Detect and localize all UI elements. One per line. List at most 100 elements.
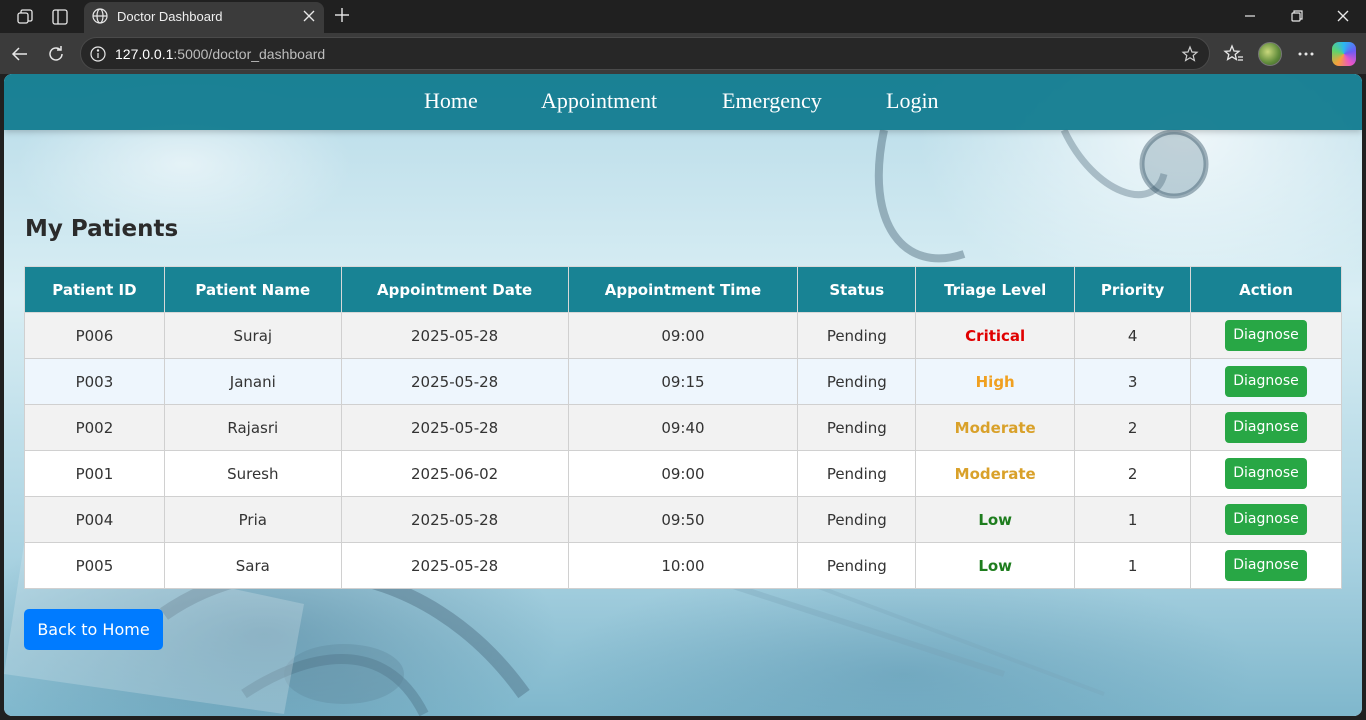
table-row: P001 Suresh 2025-06-02 09:00 Pending Mod… — [24, 450, 1342, 497]
site-info-icon[interactable] — [89, 45, 107, 63]
page-viewport: Home Appointment Emergency Login My Pati… — [4, 74, 1362, 716]
cell-appointment-date: 2025-05-28 — [340, 358, 569, 405]
cell-action: Diagnose — [1190, 496, 1342, 543]
browser-toolbar: 127.0.0.1:5000/doctor_dashboard — [0, 33, 1366, 74]
copilot-icon[interactable] — [1332, 42, 1356, 66]
new-tab-icon[interactable] — [332, 5, 352, 25]
browser-titlebar: Doctor Dashboard — [0, 0, 1366, 33]
cell-triage-level: Critical — [915, 312, 1076, 359]
cell-action: Diagnose — [1190, 450, 1342, 497]
cell-priority: 2 — [1074, 450, 1192, 497]
close-window-icon[interactable] — [1333, 6, 1353, 26]
favorites-icon[interactable] — [1223, 43, 1245, 65]
restore-icon[interactable] — [1287, 6, 1307, 26]
cell-priority: 1 — [1074, 496, 1192, 543]
cell-triage-level: Low — [915, 542, 1076, 589]
cell-priority: 2 — [1074, 404, 1192, 451]
cell-patient-name: Suresh — [163, 450, 342, 497]
more-options-icon[interactable] — [1295, 43, 1317, 65]
cell-action: Diagnose — [1190, 404, 1342, 451]
nav-home-link[interactable]: Home — [424, 88, 478, 114]
cell-appointment-time: 09:00 — [567, 450, 799, 497]
cell-appointment-time: 09:00 — [567, 312, 799, 359]
cell-triage-level: Moderate — [915, 404, 1076, 451]
cell-appointment-time: 10:00 — [567, 542, 799, 589]
tab-title: Doctor Dashboard — [117, 9, 223, 24]
browser-tab-active[interactable]: Doctor Dashboard — [84, 2, 324, 33]
cell-patient-name: Rajasri — [163, 404, 342, 451]
header-priority: Priority — [1074, 266, 1192, 313]
favorite-star-icon[interactable] — [1181, 45, 1199, 63]
table-row: P004 Pria 2025-05-28 09:50 Pending Low 1… — [24, 496, 1342, 543]
diagnose-button[interactable]: Diagnose — [1225, 504, 1308, 535]
cell-status: Pending — [797, 450, 917, 497]
globe-icon — [91, 7, 109, 25]
url-path: :5000/doctor_dashboard — [173, 46, 326, 62]
cell-status: Pending — [797, 404, 917, 451]
header-patient-id: Patient ID — [24, 266, 165, 313]
cell-appointment-time: 09:15 — [567, 358, 799, 405]
tab-close-icon[interactable] — [301, 8, 317, 24]
header-patient-name: Patient Name — [163, 266, 342, 313]
cell-appointment-date: 2025-05-28 — [340, 496, 569, 543]
cell-patient-name: Suraj — [163, 312, 342, 359]
diagnose-button[interactable]: Diagnose — [1225, 366, 1308, 397]
cell-status: Pending — [797, 542, 917, 589]
nav-appointment-link[interactable]: Appointment — [541, 88, 657, 114]
profile-avatar[interactable] — [1258, 42, 1282, 66]
cell-appointment-time: 09:40 — [567, 404, 799, 451]
workspaces-icon[interactable] — [14, 6, 36, 28]
url-host: 127.0.0.1 — [115, 46, 174, 62]
header-appointment-date: Appointment Date — [340, 266, 569, 313]
diagnose-button[interactable]: Diagnose — [1225, 458, 1308, 489]
cell-patient-id: P002 — [24, 404, 165, 451]
header-appointment-time: Appointment Time — [567, 266, 799, 313]
back-to-home-button[interactable]: Back to Home — [24, 609, 163, 650]
cell-status: Pending — [797, 496, 917, 543]
cell-patient-id: P003 — [24, 358, 165, 405]
minimize-icon[interactable] — [1240, 6, 1260, 26]
cell-patient-id: P005 — [24, 542, 165, 589]
cell-appointment-date: 2025-05-28 — [340, 404, 569, 451]
nav-login-link[interactable]: Login — [886, 88, 939, 114]
cell-action: Diagnose — [1190, 358, 1342, 405]
cell-patient-name: Janani — [163, 358, 342, 405]
header-triage-level: Triage Level — [915, 266, 1076, 313]
cell-priority: 1 — [1074, 542, 1192, 589]
cell-status: Pending — [797, 312, 917, 359]
cell-status: Pending — [797, 358, 917, 405]
diagnose-button[interactable]: Diagnose — [1225, 550, 1308, 581]
cell-triage-level: High — [915, 358, 1076, 405]
address-bar[interactable]: 127.0.0.1:5000/doctor_dashboard — [80, 37, 1210, 70]
patients-table: Patient ID Patient Name Appointment Date… — [24, 266, 1342, 589]
cell-patient-name: Sara — [163, 542, 342, 589]
vertical-tabs-icon[interactable] — [49, 6, 71, 28]
cell-priority: 4 — [1074, 312, 1192, 359]
table-row: P003 Janani 2025-05-28 09:15 Pending Hig… — [24, 358, 1342, 405]
cell-patient-name: Pria — [163, 496, 342, 543]
page-title: My Patients — [25, 216, 179, 242]
table-header-row: Patient ID Patient Name Appointment Date… — [24, 266, 1342, 313]
cell-action: Diagnose — [1190, 312, 1342, 359]
cell-appointment-date: 2025-05-28 — [340, 542, 569, 589]
cell-patient-id: P004 — [24, 496, 165, 543]
table-row: P002 Rajasri 2025-05-28 09:40 Pending Mo… — [24, 404, 1342, 451]
main-navbar: Home Appointment Emergency Login — [4, 74, 1362, 130]
reload-icon[interactable] — [45, 43, 67, 65]
cell-patient-id: P006 — [24, 312, 165, 359]
cell-triage-level: Moderate — [915, 450, 1076, 497]
table-row: P005 Sara 2025-05-28 10:00 Pending Low 1… — [24, 542, 1342, 589]
diagnose-button[interactable]: Diagnose — [1225, 412, 1308, 443]
cell-triage-level: Low — [915, 496, 1076, 543]
cell-appointment-date: 2025-06-02 — [340, 450, 569, 497]
table-row: P006 Suraj 2025-05-28 09:00 Pending Crit… — [24, 312, 1342, 359]
cell-action: Diagnose — [1190, 542, 1342, 589]
cell-appointment-date: 2025-05-28 — [340, 312, 569, 359]
nav-emergency-link[interactable]: Emergency — [722, 88, 822, 114]
cell-priority: 3 — [1074, 358, 1192, 405]
url-text: 127.0.0.1:5000/doctor_dashboard — [115, 46, 325, 62]
diagnose-button[interactable]: Diagnose — [1225, 320, 1308, 351]
header-action: Action — [1190, 266, 1342, 313]
back-arrow-icon[interactable] — [9, 43, 31, 65]
header-status: Status — [797, 266, 917, 313]
